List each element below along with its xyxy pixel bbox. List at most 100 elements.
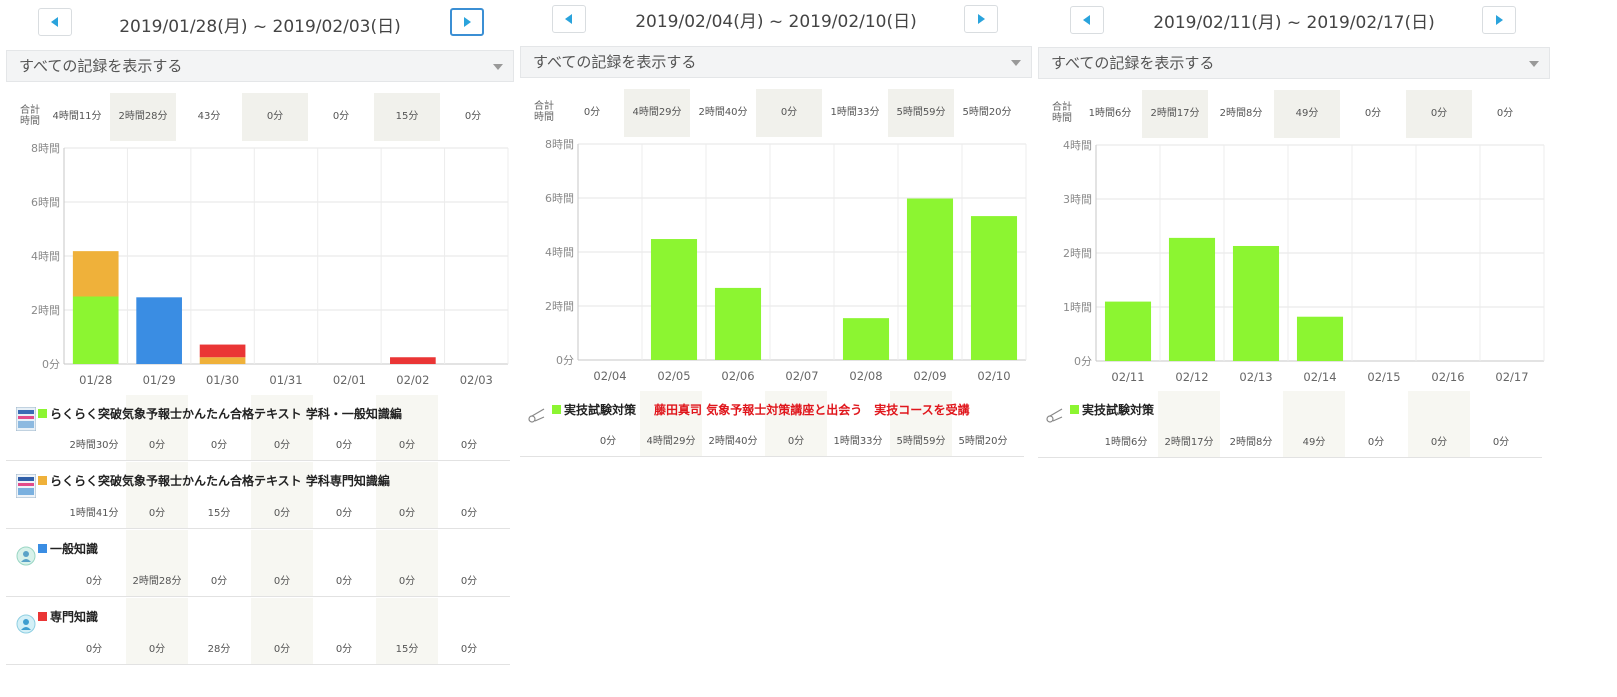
y-tick-label: 4時間 <box>1063 139 1092 152</box>
x-tick-label: 02/07 <box>785 369 818 383</box>
subject-day-value: 0分 <box>460 440 478 451</box>
triangle-right-icon <box>1496 15 1503 25</box>
y-tick-label: 2時間 <box>31 304 60 317</box>
subject-color-swatch <box>38 476 47 485</box>
bar-chart-week-3: 0分 1時間 2時間 3時間 4時間 02/11 02/12 02/13 02/14 02/15 0… <box>1063 139 1545 384</box>
week-range-title: 2019/02/04(月) ~ 2019/02/10(日) <box>635 12 917 32</box>
subject-day-value: 49分 <box>1302 437 1326 448</box>
y-tick-label: 8時間 <box>31 142 60 155</box>
caret-down-icon <box>1529 61 1539 67</box>
bar-segment <box>1168 237 1216 361</box>
subject-day-value: 5時間20分 <box>958 436 1008 447</box>
record-filter-select[interactable]: すべての記録を表示する <box>520 46 1032 78</box>
x-tick-label: 02/08 <box>849 369 882 383</box>
bar-segment <box>1232 245 1280 361</box>
week-panel-2: 2019/02/04(月) ~ 2019/02/10(日) すべての記録を表示す… <box>520 0 1032 697</box>
bar-segment <box>842 318 890 360</box>
subject-day-value: 0分 <box>148 440 166 451</box>
subject-day-value: 0分 <box>398 440 416 451</box>
total-cell: 0分 <box>242 93 308 141</box>
subject-day-value: 0分 <box>210 576 228 587</box>
pencil-icon <box>1046 408 1063 423</box>
subject-day-value: 0分 <box>273 440 291 451</box>
next-week-button[interactable] <box>1482 6 1516 34</box>
subject-day-value: 0分 <box>398 576 416 587</box>
subject-day-value: 0分 <box>599 436 617 447</box>
subject-day-value: 0分 <box>148 644 166 655</box>
subject-day-value: 0分 <box>85 644 103 655</box>
week-panel-3: 2019/02/11(月) ~ 2019/02/17(日) すべての記録を表示す… <box>1038 0 1550 697</box>
subject-row: 実技試験対策 1時間6分 2時間17分 2時間8分 49分 0分 0分 0分 <box>1038 391 1542 458</box>
week-range-title: 2019/02/11(月) ~ 2019/02/17(日) <box>1153 13 1435 33</box>
x-tick-label: 02/15 <box>1367 370 1400 384</box>
next-week-button[interactable] <box>964 5 998 33</box>
total-cell: 0分 <box>583 107 601 118</box>
week-nav: 2019/02/11(月) ~ 2019/02/17(日) <box>1038 6 1550 38</box>
bar-segment <box>72 251 119 297</box>
total-cell: 15分 <box>374 93 440 141</box>
subject-row: 専門知識 0分 0分 28分 0分 0分 15分 0分 <box>6 598 510 665</box>
y-tick-label: 2時間 <box>1063 247 1092 260</box>
book-cover-icon <box>16 474 36 498</box>
subject-day-value: 0分 <box>273 508 291 519</box>
subject-row: 一般知識 0分 2時間28分 0分 0分 0分 0分 0分 <box>6 530 510 597</box>
y-tick-label: 1時間 <box>1063 301 1092 314</box>
total-cell: 1時間33分 <box>830 107 880 118</box>
bar-segment <box>199 357 246 364</box>
subject-color-swatch <box>38 409 47 418</box>
total-cell: 0分 <box>332 111 350 122</box>
record-filter-select[interactable]: すべての記録を表示する <box>6 50 514 82</box>
bar-segment <box>136 297 182 364</box>
subject-day-value: 1時間6分 <box>1104 437 1148 448</box>
total-cell: 0分 <box>1406 90 1472 138</box>
x-tick-label: 02/01 <box>333 373 366 387</box>
caret-down-icon <box>493 64 503 70</box>
subject-color-swatch <box>1070 405 1079 414</box>
bar-segment <box>72 296 119 364</box>
total-cell: 5時間59分 <box>888 89 954 137</box>
x-tick-label: 02/05 <box>657 369 690 383</box>
bar-chart-week-2: 0分 2時間 4時間 6時間 8時間 02/04 02/05 02/06 02/07 02/08 0… <box>545 138 1027 383</box>
total-cell: 0分 <box>756 89 822 137</box>
subject-day-value: 0分 <box>460 644 478 655</box>
y-tick-label: 0分 <box>42 358 60 371</box>
record-filter-label: すべての記録を表示する <box>1051 54 1215 72</box>
week-nav: 2019/01/28(月) ~ 2019/02/03(日) <box>6 8 514 40</box>
subject-color-swatch <box>552 405 561 414</box>
y-tick-label: 4時間 <box>545 246 574 259</box>
subject-day-value: 0分 <box>273 644 291 655</box>
y-tick-label: 3時間 <box>1063 193 1092 206</box>
total-cell: 49分 <box>1274 90 1340 138</box>
subject-color-swatch <box>38 612 47 621</box>
week-nav: 2019/02/04(月) ~ 2019/02/10(日) <box>520 5 1032 37</box>
x-tick-label: 02/17 <box>1495 370 1528 384</box>
bar-segment <box>1104 301 1152 361</box>
total-cell: 2時間40分 <box>698 107 748 118</box>
x-tick-label: 02/04 <box>593 369 626 383</box>
subject-day-value: 2時間30分 <box>69 440 119 451</box>
totals-label: 合計 時間 <box>534 101 554 123</box>
bar-segment <box>1296 316 1344 361</box>
subject-day-value: 0分 <box>1430 437 1448 448</box>
week-range-title: 2019/01/28(月) ~ 2019/02/03(日) <box>119 17 401 37</box>
subject-day-value: 2時間8分 <box>1229 437 1273 448</box>
total-cell: 0分 <box>1496 108 1514 119</box>
subject-day-value: 28分 <box>207 644 231 655</box>
subject-row: 実技試験対策 藤田真司 気象予報士対策講座と出会う 実技コースを受講 0分 4時間… <box>520 391 1024 457</box>
subject-day-value: 0分 <box>85 576 103 587</box>
next-week-button[interactable] <box>450 8 484 36</box>
week-panel-1: 2019/01/28(月) ~ 2019/02/03(日) すべての記録を表示す… <box>6 0 514 697</box>
subject-day-value: 0分 <box>460 576 478 587</box>
record-filter-select[interactable]: すべての記録を表示する <box>1038 47 1550 79</box>
x-tick-label: 02/02 <box>396 373 429 387</box>
pencil-icon <box>528 408 545 423</box>
subject-color-swatch <box>38 544 47 553</box>
record-filter-label: すべての記録を表示する <box>19 57 183 75</box>
record-filter-label: すべての記録を表示する <box>533 53 697 71</box>
y-tick-label: 2時間 <box>545 300 574 313</box>
triangle-right-icon <box>978 14 985 24</box>
subject-day-value: 0分 <box>210 440 228 451</box>
bar-chart-week-1: 0分 2時間 4時間 6時間 8時間 01/28 01/29 01/30 01/31 02/01 0… <box>31 142 509 387</box>
subject-day-value: 5時間59分 <box>896 436 946 447</box>
total-cell: 5時間20分 <box>962 107 1012 118</box>
